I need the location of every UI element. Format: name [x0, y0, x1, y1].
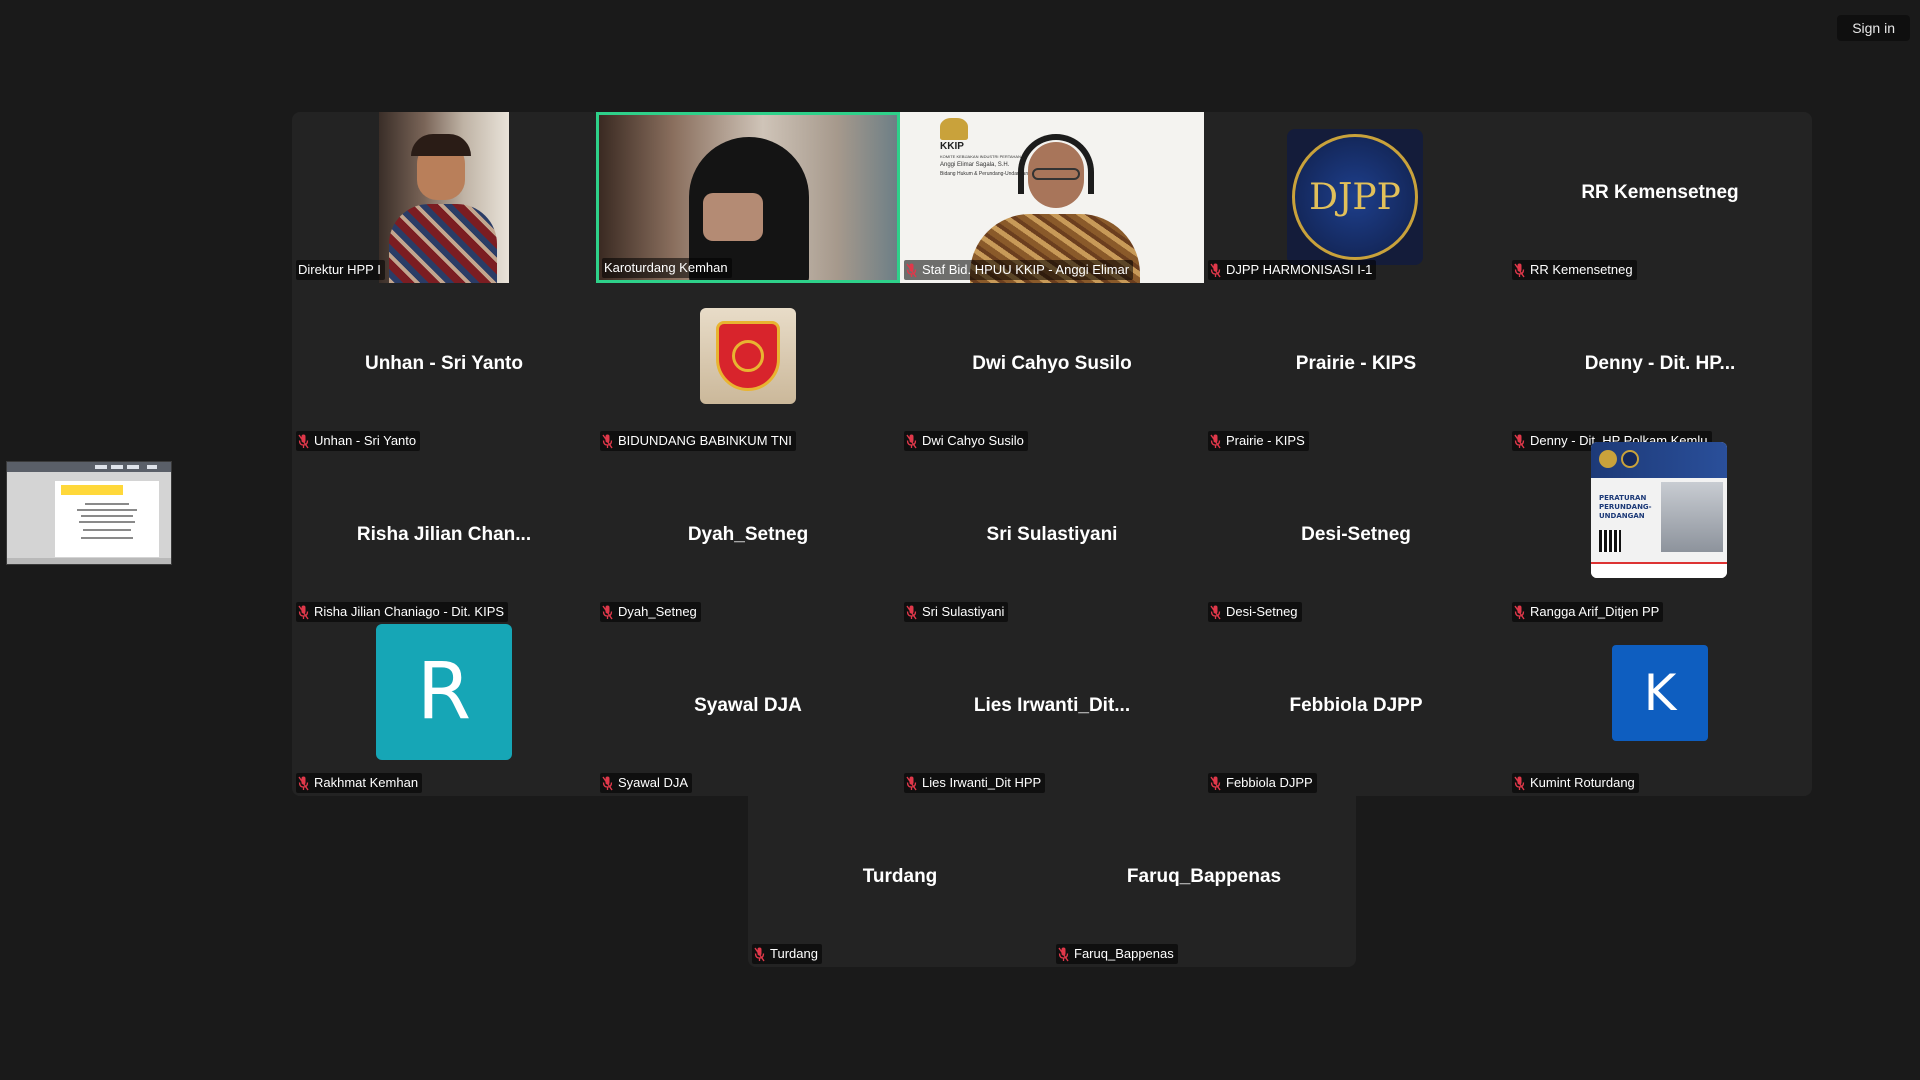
- participant-video: [379, 112, 509, 283]
- participant-tile[interactable]: Dwi Cahyo Susilo Dwi Cahyo Susilo: [900, 283, 1204, 454]
- participant-name-label: Lies Irwanti_Dit HPP: [904, 773, 1046, 793]
- participant-name-label: BIDUNDANG BABINKUM TNI: [600, 431, 796, 451]
- participant-name-label: Staf Bid. HPUU KKIP - Anggi Elimar: [904, 260, 1134, 280]
- participant-name-label: Syawal DJA: [600, 773, 693, 793]
- avatar: R: [376, 624, 512, 760]
- participant-big-name: Sri Sulastiyani: [986, 524, 1118, 545]
- participant-tile[interactable]: RR Kemensetneg RR Kemensetneg: [1508, 112, 1812, 283]
- djpp-poster-image: PERATURAN PERUNDANG-UNDANGAN: [1591, 442, 1727, 578]
- participant-tile[interactable]: KKIP KOMITE KEBIJAKAN INDUSTRI PERTAHANA…: [900, 112, 1204, 283]
- participant-big-name: Syawal DJA: [694, 695, 802, 716]
- participant-tile[interactable]: BIDUNDANG BABINKUM TNI: [596, 283, 900, 454]
- mic-muted-icon: [1210, 605, 1221, 620]
- mic-muted-icon: [298, 605, 309, 620]
- participant-big-name: RR Kemensetneg: [1581, 182, 1739, 203]
- participant-name-label: Febbiola DJPP: [1208, 773, 1317, 793]
- participant-gallery: Direktur HPP I Karoturdang Kemhan KKIP K…: [292, 112, 1812, 796]
- participant-name-label: Prairie - KIPS: [1208, 431, 1309, 451]
- participant-tile[interactable]: Prairie - KIPS Prairie - KIPS: [1204, 283, 1508, 454]
- participant-tile-active-speaker[interactable]: Karoturdang Kemhan: [596, 112, 900, 283]
- mic-muted-icon: [602, 605, 613, 620]
- participant-name-label: Dwi Cahyo Susilo: [904, 431, 1028, 451]
- participant-name-label: Faruq_Bappenas: [1056, 944, 1178, 964]
- caption-line: Anggi Elimar Sagala, S.H.: [940, 162, 1010, 168]
- participant-big-name: Febbiola DJPP: [1289, 695, 1423, 716]
- mic-muted-icon: [298, 776, 309, 791]
- participant-tile[interactable]: K Kumint Roturdang: [1508, 625, 1812, 796]
- participant-big-name: Faruq_Bappenas: [1126, 866, 1282, 887]
- participant-name-label: Risha Jilian Chaniago - Dit. KIPS: [296, 602, 509, 622]
- mic-muted-icon: [906, 434, 917, 449]
- participant-big-name: Dyah_Setneg: [687, 524, 809, 545]
- participant-name-label: Unhan - Sri Yanto: [296, 431, 421, 451]
- mic-muted-icon: [1514, 605, 1525, 620]
- mic-muted-icon: [906, 605, 917, 620]
- participant-tile[interactable]: Dyah_Setneg Dyah_Setneg: [596, 454, 900, 625]
- mic-muted-icon: [754, 947, 765, 962]
- participant-tile[interactable]: Febbiola DJPP Febbiola DJPP: [1204, 625, 1508, 796]
- participant-name-label: Kumint Roturdang: [1512, 773, 1639, 793]
- participant-tile[interactable]: PERATURAN PERUNDANG-UNDANGAN Rangga Arif…: [1508, 442, 1812, 625]
- mic-muted-icon: [298, 434, 309, 449]
- participant-tile[interactable]: DJPP DJPP HARMONISASI I-1: [1204, 112, 1508, 283]
- participant-video: KKIP KOMITE KEBIJAKAN INDUSTRI PERTAHANA…: [900, 112, 1204, 283]
- participant-tile[interactable]: Denny - Dit. HP... Denny - Dit. HP Polka…: [1508, 283, 1812, 454]
- mic-muted-icon: [602, 776, 613, 791]
- participant-gallery-overflow-row: Turdang Turdang Faruq_Bappenas Faruq_Bap…: [748, 796, 1356, 967]
- participant-name-label: Turdang: [752, 944, 822, 964]
- mic-muted-icon: [602, 434, 613, 449]
- participant-tile[interactable]: Turdang Turdang: [748, 796, 1052, 967]
- participant-tile[interactable]: Unhan - Sri Yanto Unhan - Sri Yanto: [292, 283, 596, 454]
- babinkum-emblem: [700, 308, 796, 404]
- participant-video: [599, 115, 897, 280]
- participant-big-name: Unhan - Sri Yanto: [364, 353, 523, 374]
- participant-tile[interactable]: Risha Jilian Chan... Risha Jilian Chania…: [292, 454, 596, 625]
- participant-name-label: DJPP HARMONISASI I-1: [1208, 260, 1377, 280]
- avatar: K: [1612, 645, 1708, 741]
- djpp-logo: DJPP: [1287, 129, 1423, 265]
- participant-tile[interactable]: Syawal DJA Syawal DJA: [596, 625, 900, 796]
- mic-muted-icon: [1058, 947, 1069, 962]
- participant-name-label: Rangga Arif_Ditjen PP: [1512, 602, 1664, 622]
- caption-line: Bidang Hukum & Perundang-Undangan: [940, 171, 1029, 177]
- org-caption: KKIP: [940, 141, 964, 152]
- mic-muted-icon: [1514, 263, 1525, 278]
- participant-big-name: Lies Irwanti_Dit...: [973, 695, 1131, 716]
- participant-name-label: Sri Sulastiyani: [904, 602, 1009, 622]
- participant-big-name: Prairie - KIPS: [1295, 353, 1417, 374]
- sign-in-button[interactable]: Sign in: [1837, 15, 1910, 41]
- mic-muted-icon: [1514, 776, 1525, 791]
- participant-name-label: Karoturdang Kemhan: [602, 258, 732, 278]
- participant-big-name: Risha Jilian Chan...: [356, 524, 532, 545]
- mic-muted-icon: [906, 776, 917, 791]
- participant-tile[interactable]: Sri Sulastiyani Sri Sulastiyani: [900, 454, 1204, 625]
- mic-muted-icon: [1514, 434, 1525, 449]
- participant-name-label: Dyah_Setneg: [600, 602, 701, 622]
- participant-big-name: Denny - Dit. HP...: [1584, 353, 1736, 374]
- participant-tile[interactable]: Lies Irwanti_Dit... Lies Irwanti_Dit HPP: [900, 625, 1204, 796]
- participant-name-label: Desi-Setneg: [1208, 602, 1302, 622]
- participant-tile[interactable]: Direktur HPP I: [292, 112, 596, 283]
- participant-name-label: Direktur HPP I: [296, 260, 385, 280]
- participant-big-name: Dwi Cahyo Susilo: [972, 353, 1132, 374]
- participant-tile[interactable]: Desi-Setneg Desi-Setneg: [1204, 454, 1508, 625]
- participant-big-name: Turdang: [862, 866, 938, 887]
- participant-tile[interactable]: Faruq_Bappenas Faruq_Bappenas: [1052, 796, 1356, 967]
- mic-muted-icon: [1210, 263, 1221, 278]
- participant-big-name: Desi-Setneg: [1301, 524, 1411, 545]
- participant-tile[interactable]: R Rakhmat Kemhan: [292, 624, 596, 796]
- mic-muted-icon: [1210, 434, 1221, 449]
- shared-screen-thumbnail[interactable]: [6, 461, 172, 565]
- participant-name-label: Rakhmat Kemhan: [296, 773, 423, 793]
- participant-name-label: RR Kemensetneg: [1512, 260, 1637, 280]
- caption-line: KOMITE KEBIJAKAN INDUSTRI PERTAHANAN: [940, 154, 1027, 159]
- mic-muted-icon: [906, 263, 917, 278]
- mic-muted-icon: [1210, 776, 1221, 791]
